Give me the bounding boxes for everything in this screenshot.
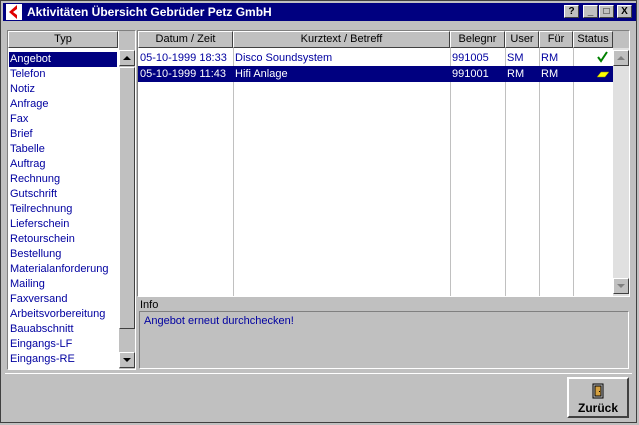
cell-belegnr: 991001 xyxy=(452,68,489,80)
column-header-label: Status xyxy=(577,33,609,45)
minimize-icon: _ xyxy=(587,6,594,17)
column-header-status[interactable]: Status xyxy=(573,31,613,48)
help-button[interactable]: ? xyxy=(564,5,579,18)
cell-kurztext: Hifi Anlage xyxy=(235,68,288,80)
door-exit-icon xyxy=(592,383,604,399)
grid-scroll-up-button[interactable] xyxy=(613,50,629,66)
scroll-up-button[interactable] xyxy=(119,50,135,66)
type-list-item[interactable]: Bestellung xyxy=(9,247,117,262)
cell-status xyxy=(573,50,613,66)
type-list-item[interactable]: Angebot xyxy=(9,52,117,67)
type-list-scrollbar[interactable] xyxy=(119,31,135,369)
column-header-label: Datum / Zeit xyxy=(155,33,216,45)
column-header-fuer[interactable]: Für xyxy=(539,31,573,48)
type-list-item[interactable]: Telefon xyxy=(9,67,117,82)
type-list-item[interactable]: Arbeitsvorbereitung xyxy=(9,307,117,322)
activities-scrollbar[interactable] xyxy=(613,31,629,296)
type-list-item[interactable]: Auftrag xyxy=(9,157,117,172)
column-header-label: Kurztext / Betreff xyxy=(300,33,383,45)
column-header-kurztext[interactable]: Kurztext / Betreff xyxy=(233,31,450,48)
type-list-item[interactable]: Tabelle xyxy=(9,142,117,157)
cell-kurztext: Disco Soundsystem xyxy=(235,52,333,64)
type-list-item[interactable]: Fax xyxy=(9,112,117,127)
scroll-down-button[interactable] xyxy=(119,352,135,368)
title-bar: Aktivitäten Übersicht Gebrüder Petz GmbH… xyxy=(3,3,636,21)
type-list-item[interactable]: Rechnung xyxy=(9,172,117,187)
maximize-button[interactable]: □ xyxy=(599,5,614,18)
table-row[interactable]: 05-10-1999 18:33 Disco Soundsystem 991005 S… xyxy=(138,50,613,66)
activities-rows: 05-10-1999 18:33 Disco Soundsystem 991005 S… xyxy=(138,50,613,290)
window-title: Aktivitäten Übersicht Gebrüder Petz GmbH xyxy=(27,5,272,19)
close-button[interactable]: X xyxy=(617,5,632,18)
type-list-item[interactable]: Eingangs-LF xyxy=(9,337,117,352)
type-list-item[interactable]: Notiz xyxy=(9,82,117,97)
cell-belegnr: 991005 xyxy=(452,52,489,64)
type-list[interactable]: Typ Angebot Telefon Notiz Anfrage Fax Brief Ta… xyxy=(7,30,136,370)
type-list-item[interactable]: Materialanforderung xyxy=(9,262,117,277)
type-list-item[interactable]: Lieferschein xyxy=(9,217,117,232)
cell-datum: 05-10-1999 18:33 xyxy=(140,52,227,64)
app-logo-icon xyxy=(6,4,22,20)
column-header-user[interactable]: User xyxy=(505,31,539,48)
info-box[interactable]: Angebot erneut durchchecken! xyxy=(139,311,629,369)
type-list-item[interactable]: Bauabschnitt xyxy=(9,322,117,337)
arrow-up-icon xyxy=(123,56,131,60)
arrow-down-icon xyxy=(617,284,625,288)
type-list-header-label: Typ xyxy=(54,33,72,45)
maximize-icon: □ xyxy=(603,6,610,17)
cell-user: RM xyxy=(507,68,525,80)
column-header-datum[interactable]: Datum / Zeit xyxy=(138,31,233,48)
type-scrollbar-corner xyxy=(119,31,135,48)
help-button-label: ? xyxy=(568,6,575,17)
column-header-label: User xyxy=(510,33,534,45)
main-window: Aktivitäten Übersicht Gebrüder Petz GmbH… xyxy=(0,0,637,423)
back-button[interactable]: Zurück xyxy=(567,377,629,418)
type-list-item[interactable]: Gutschrift xyxy=(9,187,117,202)
divider xyxy=(5,373,632,374)
scroll-thumb[interactable] xyxy=(119,67,135,329)
type-list-item[interactable]: Anfrage xyxy=(9,97,117,112)
pencil-icon xyxy=(596,71,610,78)
type-list-item[interactable]: Faxversand xyxy=(9,292,117,307)
arrow-down-icon xyxy=(123,358,131,362)
column-header-label: Für xyxy=(547,33,565,45)
cell-fuer: RM xyxy=(541,52,559,64)
type-list-item[interactable]: Teilrechnung xyxy=(9,202,117,217)
column-header-label: Belegnr xyxy=(458,33,497,45)
back-button-label: Zurück xyxy=(577,401,618,415)
type-list-item[interactable]: Brief xyxy=(9,127,117,142)
table-row[interactable]: 05-10-1999 11:43 Hifi Anlage 991001 RM RM xyxy=(138,66,613,82)
type-list-item[interactable]: Mailing xyxy=(9,277,117,292)
type-list-header[interactable]: Typ xyxy=(8,31,118,48)
type-list-item[interactable]: Retourschein xyxy=(9,232,117,247)
checkmark-icon xyxy=(597,51,608,63)
minimize-button[interactable]: _ xyxy=(583,5,598,18)
grid-scrollbar-corner xyxy=(613,31,629,48)
cell-user: SM xyxy=(507,52,524,64)
column-header-belegnr[interactable]: Belegnr xyxy=(450,31,505,48)
info-text: Angebot erneut durchchecken! xyxy=(144,315,294,327)
cell-fuer: RM xyxy=(541,68,559,80)
cell-status xyxy=(573,66,613,82)
arrow-up-icon xyxy=(617,56,625,60)
type-list-item[interactable]: Eingangs-RE xyxy=(9,352,117,367)
activities-grid[interactable]: Datum / Zeit Kurztext / Betreff Belegnr … xyxy=(137,30,630,297)
info-label: Info xyxy=(140,299,159,311)
close-icon: X xyxy=(621,6,628,17)
grid-scroll-down-button[interactable] xyxy=(613,278,629,294)
cell-datum: 05-10-1999 11:43 xyxy=(140,68,227,80)
type-list-items: Angebot Telefon Notiz Anfrage Fax Brief Tabell… xyxy=(8,49,119,369)
